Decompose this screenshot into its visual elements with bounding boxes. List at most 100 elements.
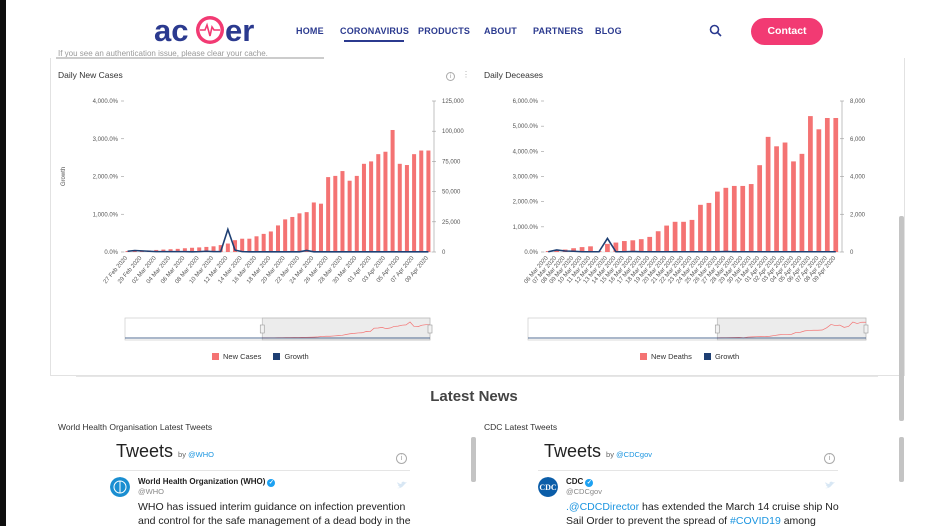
search-icon[interactable] bbox=[709, 24, 723, 38]
bar bbox=[706, 202, 712, 252]
y-right-tick-label: 6,000 bbox=[850, 137, 866, 143]
y-right-tick-label: 2,000 bbox=[850, 212, 866, 218]
divider bbox=[538, 470, 838, 471]
bar bbox=[404, 165, 409, 252]
twitter-bird-icon[interactable] bbox=[825, 481, 835, 489]
nav-about[interactable]: ABOUT bbox=[484, 26, 517, 36]
who-handle-link[interactable]: @WHO bbox=[188, 450, 214, 459]
bar bbox=[283, 219, 288, 252]
info-icon[interactable]: i bbox=[396, 453, 407, 464]
new-cases-chart: 0.0% 1,000.0% 2,000.0% 3,000.0% 4,000.0% 0 25,… bbox=[61, 99, 464, 341]
tweet-author-handle[interactable]: @WHO bbox=[138, 487, 164, 496]
bar bbox=[318, 203, 323, 252]
tweet-author-name[interactable]: CDC ✓ bbox=[566, 477, 594, 487]
bar bbox=[247, 238, 252, 252]
nav-coronavirus[interactable]: CORONAVIRUS bbox=[340, 26, 409, 36]
cdc-avatar-text: CDC bbox=[539, 483, 557, 492]
y-left-tick-label: 3,000.0% bbox=[513, 175, 539, 181]
tweet-author-handle[interactable]: @CDCgov bbox=[566, 487, 602, 496]
left-chart-legend: New Cases Growth bbox=[212, 352, 309, 361]
y-right-tick-label: 8,000 bbox=[850, 99, 866, 105]
who-widget-scrollbar[interactable] bbox=[471, 437, 476, 482]
y-left-tick-label: 1,000.0% bbox=[513, 225, 539, 231]
bar bbox=[383, 151, 388, 252]
verified-badge-icon: ✓ bbox=[585, 479, 594, 487]
tweet-mention-link[interactable]: .@CDCDirector bbox=[566, 501, 639, 513]
bar bbox=[326, 177, 331, 252]
bar bbox=[647, 236, 653, 252]
bar bbox=[740, 185, 746, 252]
info-icon[interactable]: i bbox=[824, 453, 835, 464]
deaths-chart: 0.0% 1,000.0% 2,000.0% 3,000.0% 4,000.0% 5,00… bbox=[513, 99, 869, 341]
tweet-hashtag-link[interactable]: #COVID19 bbox=[730, 515, 781, 526]
bar bbox=[655, 231, 661, 252]
info-icon[interactable]: i bbox=[446, 72, 455, 81]
cdc-tweet-widget: Tweets by @CDCgov i CDC CDC ✓ @CDCgov .@C… bbox=[538, 437, 843, 526]
left-chart-title: Daily New Cases bbox=[58, 70, 123, 80]
bar bbox=[630, 240, 636, 252]
bar bbox=[304, 212, 309, 252]
y-left-tick-label: 0.0% bbox=[524, 250, 538, 256]
bar bbox=[376, 154, 381, 252]
bar bbox=[240, 238, 245, 252]
nav-blog[interactable]: BLOG bbox=[595, 26, 622, 36]
bar bbox=[824, 117, 830, 252]
cdc-handle-link[interactable]: @CDCgov bbox=[616, 450, 652, 459]
twitter-bird-icon[interactable] bbox=[397, 481, 407, 489]
navigator-selection bbox=[716, 317, 867, 341]
bar bbox=[390, 129, 395, 252]
bar bbox=[808, 116, 813, 252]
bar bbox=[816, 129, 822, 252]
navigator-selection bbox=[261, 317, 431, 341]
y-left-tick-label: 3,000.0% bbox=[93, 137, 119, 143]
navigator-handle-right bbox=[863, 324, 869, 334]
y-right-tick-label: 100,000 bbox=[442, 129, 464, 135]
legend-item-new-cases[interactable]: New Cases bbox=[212, 352, 261, 361]
bar bbox=[340, 171, 345, 252]
bar bbox=[799, 153, 805, 252]
who-tweet-widget: Tweets by @WHO i World Health Organizati… bbox=[110, 437, 415, 526]
nav-products[interactable]: PRODUCTS bbox=[418, 26, 470, 36]
bar bbox=[297, 213, 302, 252]
nav-partners[interactable]: PARTNERS bbox=[533, 26, 583, 36]
nav-active-underline bbox=[344, 40, 404, 42]
nav-home[interactable]: HOME bbox=[296, 26, 324, 36]
bar bbox=[765, 136, 771, 252]
tweet-author-name[interactable]: World Health Organization (WHO) ✓ bbox=[138, 477, 276, 487]
legend-item-growth[interactable]: Growth bbox=[703, 352, 739, 361]
tweets-header: Tweets by @CDCgov bbox=[544, 441, 653, 461]
bar bbox=[254, 236, 259, 252]
bar bbox=[698, 204, 703, 252]
who-avatar[interactable] bbox=[110, 477, 130, 497]
y-right-tick-label: 75,000 bbox=[442, 159, 461, 165]
bar bbox=[664, 225, 669, 252]
y-left-tick-label: 2,000.0% bbox=[513, 200, 539, 206]
bar bbox=[723, 187, 729, 252]
bar bbox=[397, 163, 402, 252]
window-left-edge bbox=[0, 0, 6, 526]
cdc-widget-scrollbar[interactable] bbox=[899, 437, 904, 482]
cdc-avatar[interactable]: CDC bbox=[538, 477, 558, 497]
tweet-text: WHO has issued interim guidance on infec… bbox=[138, 501, 411, 526]
legend-item-new-deaths[interactable]: New Deaths bbox=[640, 352, 692, 361]
bar bbox=[354, 175, 359, 252]
y-right-tick-label: 0 bbox=[850, 250, 854, 256]
bar bbox=[672, 221, 678, 252]
divider bbox=[110, 470, 410, 471]
bar bbox=[638, 239, 644, 252]
tweets-header: Tweets by @WHO bbox=[116, 441, 215, 461]
bar bbox=[311, 202, 316, 252]
acer-logo[interactable]: ac er bbox=[154, 12, 274, 48]
bar bbox=[748, 184, 754, 252]
y-left-tick-label: 4,000.0% bbox=[513, 149, 539, 155]
contact-button[interactable]: Contact bbox=[751, 18, 823, 45]
navigator-handle-left bbox=[714, 324, 720, 334]
bar bbox=[412, 154, 417, 252]
bar bbox=[333, 175, 338, 252]
y-right-tick-label: 25,000 bbox=[442, 220, 461, 226]
more-options-icon[interactable]: ⋮ bbox=[462, 70, 470, 79]
tweet-text: .@CDCDirector has extended the March 14 … bbox=[566, 501, 839, 526]
legend-item-growth[interactable]: Growth bbox=[273, 352, 309, 361]
section-divider bbox=[76, 376, 878, 377]
y-right-tick-label: 4,000 bbox=[850, 175, 866, 181]
